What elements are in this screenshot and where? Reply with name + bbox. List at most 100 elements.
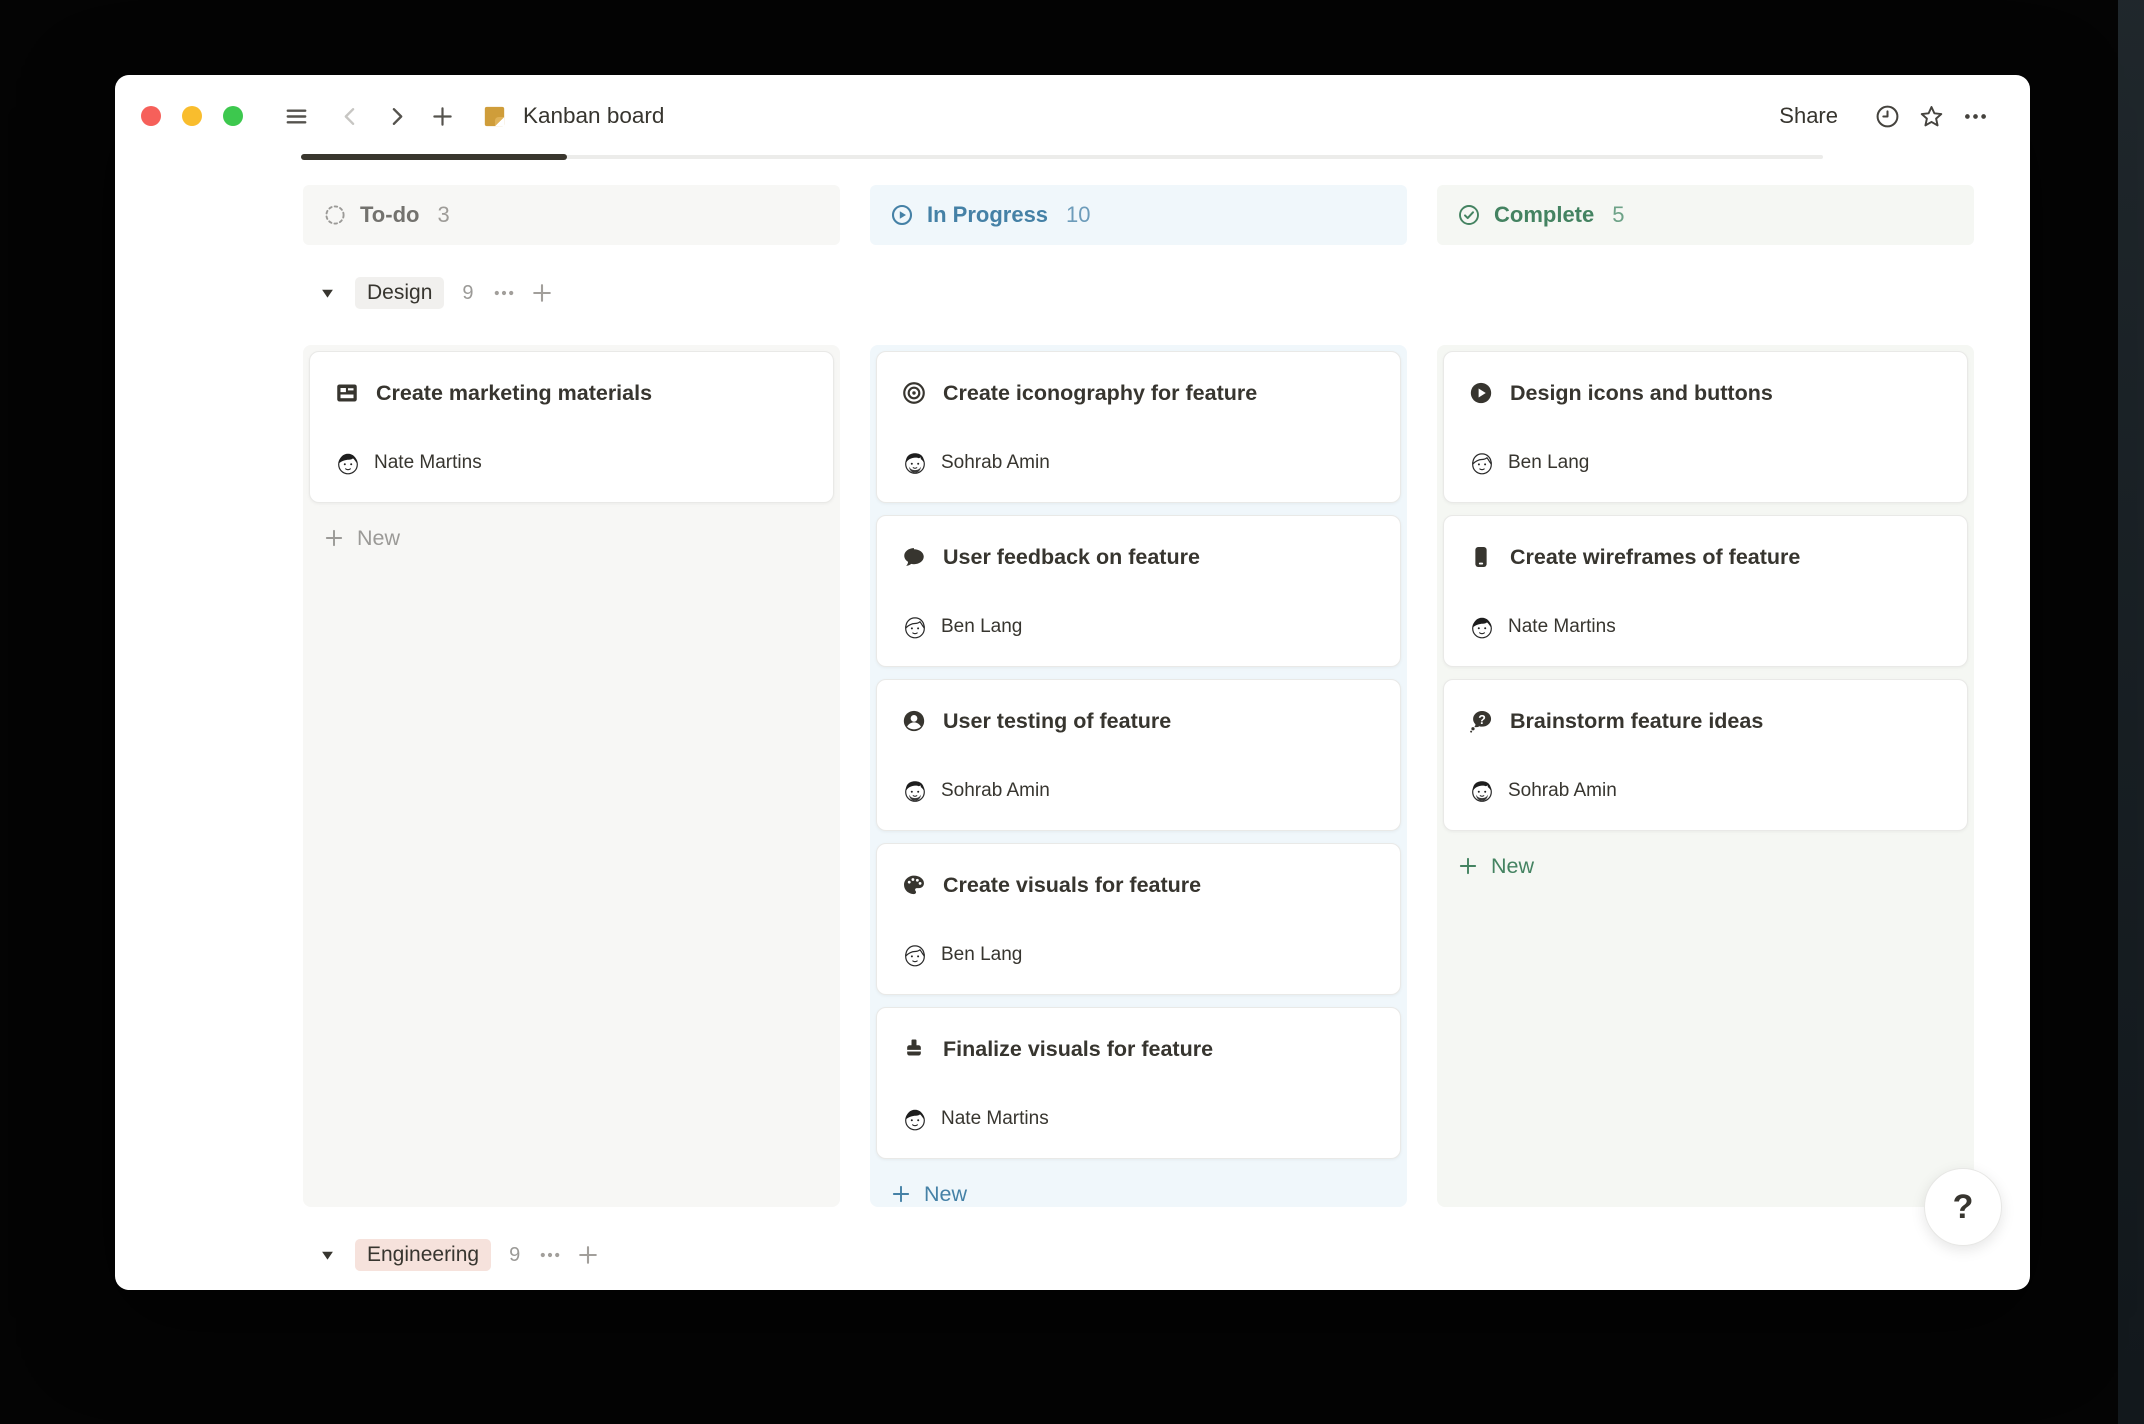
card-assignee: Sohrab Amin <box>1468 776 1943 806</box>
page-title[interactable]: Kanban board <box>523 103 664 129</box>
card-title-row: User testing of feature <box>901 706 1376 736</box>
group-more-icon[interactable] <box>492 281 516 305</box>
new-card-button-in-progress[interactable]: New <box>876 1171 1401 1217</box>
assignee-name: Sohrab Amin <box>1508 780 1617 802</box>
column-todo: Create marketing materials Nate Martins Ne… <box>303 345 840 1207</box>
column-header-in-progress[interactable]: In Progress10 <box>870 185 1407 245</box>
assignee-name: Sohrab Amin <box>941 452 1050 474</box>
help-button[interactable]: ? <box>1924 1168 2002 1246</box>
back-icon[interactable] <box>331 97 369 135</box>
card[interactable]: Create iconography for feature Sohrab Ami… <box>876 351 1401 503</box>
card-title: User feedback on feature <box>943 545 1200 570</box>
card-title: Create visuals for feature <box>943 873 1201 898</box>
card-title: User testing of feature <box>943 709 1171 734</box>
assignee-name: Nate Martins <box>374 452 482 474</box>
avatar-sohrab <box>1468 777 1496 805</box>
card-title-row: Create marketing materials <box>334 378 809 408</box>
card[interactable]: Create marketing materials Nate Martins <box>309 351 834 503</box>
group-row-design: Design 9 <box>318 269 1974 317</box>
minimize-button[interactable] <box>182 106 202 126</box>
collapse-triangle-icon[interactable] <box>318 1246 337 1265</box>
card-assignee: Ben Lang <box>901 612 1376 642</box>
new-label: New <box>357 526 400 551</box>
card-assignee: Ben Lang <box>1468 448 1943 478</box>
assignee-name: Nate Martins <box>1508 616 1616 638</box>
card-title-row: User feedback on feature <box>901 542 1376 572</box>
card-assignee: Ben Lang <box>901 940 1376 970</box>
avatar-sohrab <box>901 449 929 477</box>
card[interactable]: Create wireframes of featureNate Martins <box>1443 515 1968 667</box>
more-options-icon[interactable] <box>1956 97 1994 135</box>
new-label: New <box>1491 854 1534 879</box>
assignee-name: Ben Lang <box>1508 452 1589 474</box>
mobile-icon <box>1468 544 1494 570</box>
column-label: To-do <box>360 202 419 228</box>
new-page-icon[interactable] <box>423 97 461 135</box>
paintbrush-icon <box>901 1036 927 1062</box>
new-card-button-complete[interactable]: New <box>1443 843 1968 889</box>
card-assignee: Sohrab Amin <box>901 448 1376 478</box>
card-title: Design icons and buttons <box>1510 381 1773 406</box>
group-count: 9 <box>462 282 473 305</box>
avatar-nate <box>334 449 362 477</box>
toolbar: Kanban board Share <box>115 75 2030 157</box>
horizontal-scrollbar[interactable] <box>301 155 1823 159</box>
card-title-row: ? Brainstorm feature ideas <box>1468 706 1943 736</box>
card-title-row: Create iconography for feature <box>901 378 1376 408</box>
assignee-name: Ben Lang <box>941 944 1022 966</box>
column-header-complete[interactable]: Complete 5 <box>1437 185 1974 245</box>
card[interactable]: Design icons and buttons Ben Lang <box>1443 351 1968 503</box>
scrollbar-thumb[interactable] <box>301 154 567 160</box>
share-button[interactable]: Share <box>1779 103 1838 129</box>
plus-icon <box>890 1183 912 1205</box>
columns-row: Create marketing materials Nate Martins Ne… <box>303 345 1974 1207</box>
group-more-icon[interactable] <box>538 1243 562 1267</box>
card-title: Create iconography for feature <box>943 381 1257 406</box>
assignee-name: Sohrab Amin <box>941 780 1050 802</box>
column-header-todo[interactable]: To-do 3 <box>303 185 840 245</box>
group-pill[interactable]: Engineering <box>355 1239 491 1271</box>
plus-icon <box>1457 855 1479 877</box>
dashed-circle-icon <box>323 203 347 227</box>
group-pill[interactable]: Design <box>355 277 444 309</box>
column-count: 3 <box>437 202 449 228</box>
card[interactable]: Finalize visuals for featureNate Martins <box>876 1007 1401 1159</box>
card-title: Brainstorm feature ideas <box>1510 709 1763 734</box>
target-icon <box>901 380 927 406</box>
card-assignee: Nate Martins <box>334 448 809 478</box>
group-add-icon[interactable] <box>576 1243 600 1267</box>
sidebar-menu-icon[interactable] <box>277 97 315 135</box>
card-title-row: Create visuals for feature <box>901 870 1376 900</box>
avatar-ben <box>901 941 929 969</box>
history-clock-icon[interactable] <box>1868 97 1906 135</box>
card-assignee: Nate Martins <box>1468 612 1943 642</box>
card-title: Create marketing materials <box>376 381 652 406</box>
column-complete: Design icons and buttons Ben Lang Create w… <box>1437 345 1974 1207</box>
new-card-button-todo[interactable]: New <box>309 515 834 561</box>
group-add-icon[interactable] <box>530 281 554 305</box>
collapse-triangle-icon[interactable] <box>318 284 337 303</box>
avatar-nate <box>901 1105 929 1133</box>
favorite-star-icon[interactable] <box>1912 97 1950 135</box>
column-label: Complete <box>1494 202 1594 228</box>
palette-icon <box>901 872 927 898</box>
play-circle-outline-icon <box>890 203 914 227</box>
app-window: Kanban board Share To-do 3 In Progress10 Co… <box>115 75 2030 1290</box>
card[interactable]: User feedback on feature Ben Lang <box>876 515 1401 667</box>
column-in-progress: Create iconography for feature Sohrab Ami… <box>870 345 1407 1207</box>
card-title-row: Design icons and buttons <box>1468 378 1943 408</box>
forward-icon[interactable] <box>377 97 415 135</box>
card-assignee: Sohrab Amin <box>901 776 1376 806</box>
zoom-button[interactable] <box>223 106 243 126</box>
close-button[interactable] <box>141 106 161 126</box>
card[interactable]: User testing of feature Sohrab Amin <box>876 679 1401 831</box>
group-row-engineering: Engineering9 <box>318 1231 1974 1279</box>
kanban-board: To-do 3 In Progress10 Complete 5 Design 9 Cre… <box>303 185 1974 1279</box>
avatar-ben <box>901 613 929 641</box>
column-headers-row: To-do 3 In Progress10 Complete 5 <box>303 185 1974 245</box>
card[interactable]: Create visuals for feature Ben Lang <box>876 843 1401 995</box>
card[interactable]: ? Brainstorm feature ideas Sohrab Amin <box>1443 679 1968 831</box>
thought-question-icon: ? <box>1468 708 1494 734</box>
column-count: 5 <box>1612 202 1624 228</box>
play-circle-filled-icon <box>1468 380 1494 406</box>
